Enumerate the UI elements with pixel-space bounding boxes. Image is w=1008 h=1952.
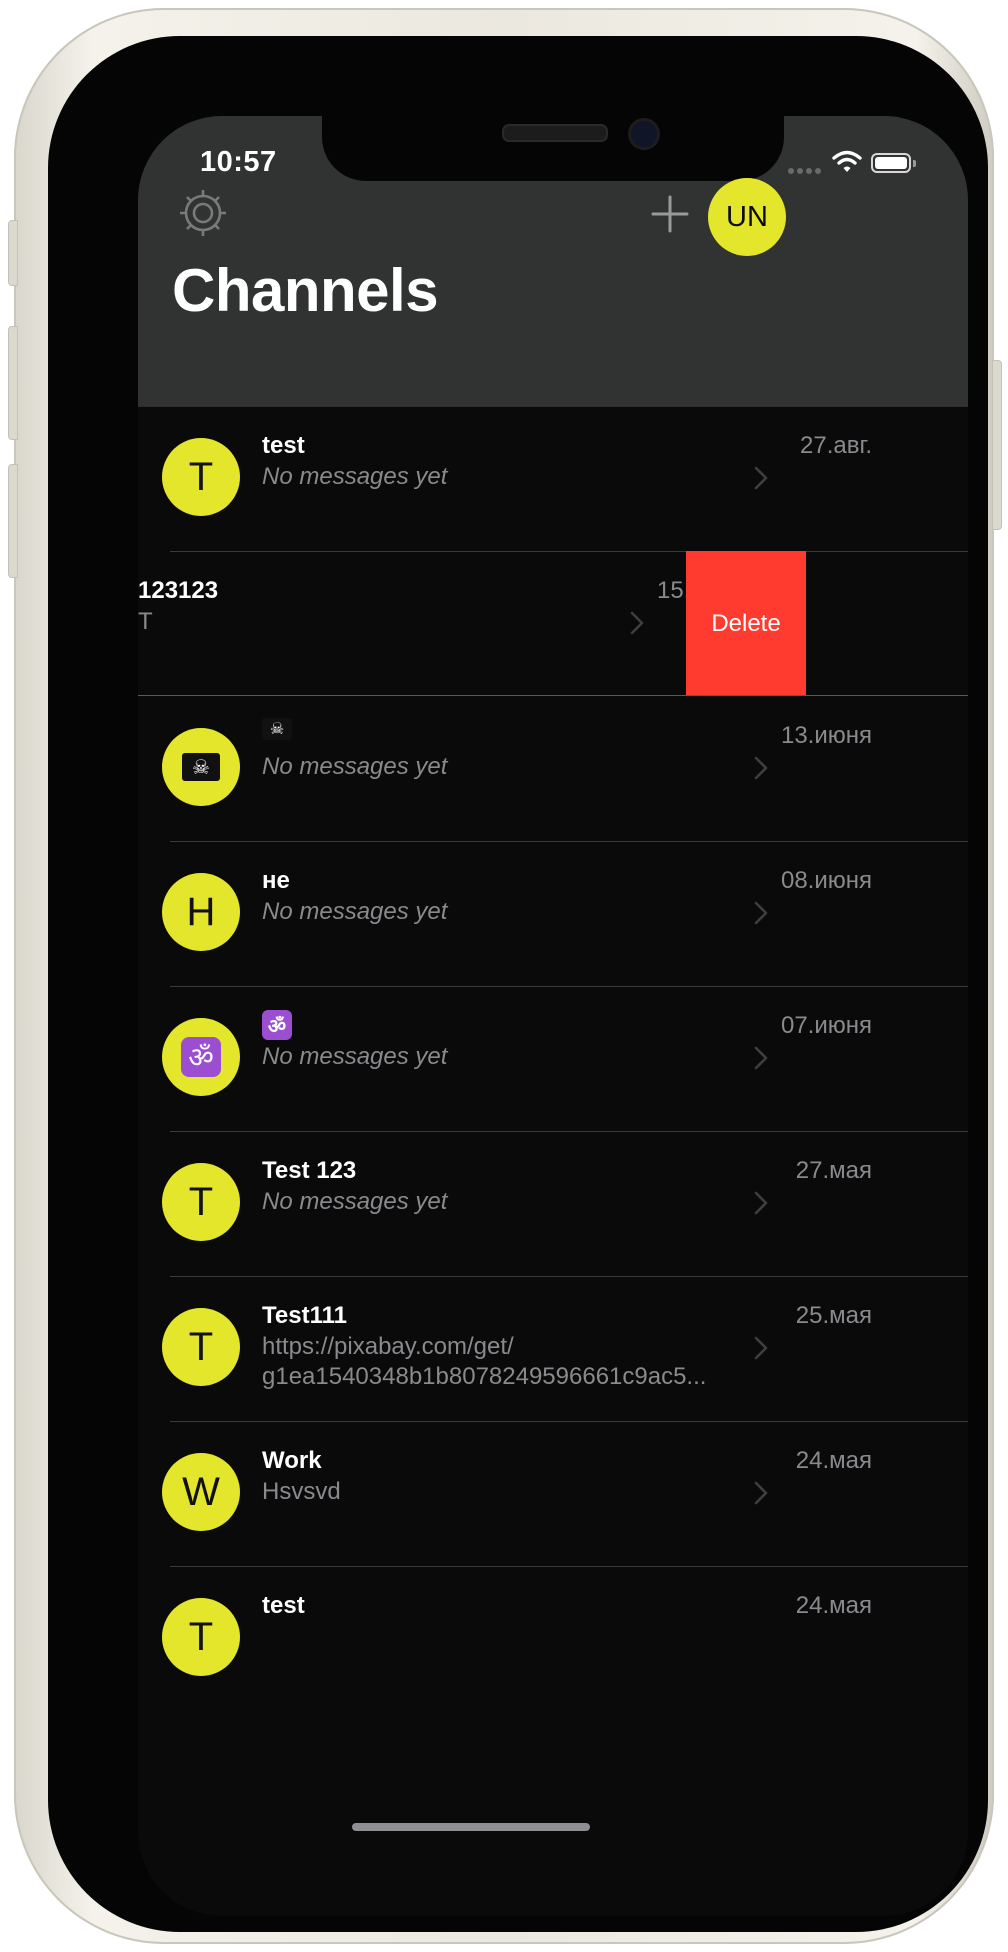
channel-avatar: ॐ bbox=[162, 1018, 240, 1096]
chevron-right-icon bbox=[754, 1336, 768, 1360]
channel-date: 27.авг. bbox=[800, 432, 872, 459]
row-separator bbox=[170, 1421, 968, 1422]
pirate-flag-icon: ☠ bbox=[262, 718, 292, 740]
chevron-right-icon bbox=[754, 466, 768, 490]
channel-row[interactable]: ☠ ☠ 13.июня No messages yet bbox=[138, 696, 968, 841]
pirate-flag-icon: ☠ bbox=[182, 753, 220, 781]
channel-date: 08.июня bbox=[780, 867, 872, 894]
channel-preview: https://pixabay.com/get/ g1ea1540348b1b8… bbox=[262, 1332, 732, 1392]
chevron-right-icon bbox=[754, 756, 768, 780]
cellular-signal-dot bbox=[797, 168, 803, 174]
profile-avatar-button[interactable]: UN bbox=[708, 178, 786, 256]
front-camera bbox=[628, 118, 660, 150]
channel-preview: T bbox=[138, 608, 153, 635]
row-separator bbox=[138, 406, 968, 407]
channel-date: 25.мая bbox=[795, 1302, 872, 1329]
om-icon: ॐ bbox=[262, 1010, 292, 1040]
chevron-right-icon bbox=[630, 611, 644, 635]
channel-avatar: T bbox=[162, 1308, 240, 1386]
channel-name: ॐ bbox=[262, 1010, 292, 1040]
channel-date: 24.мая bbox=[795, 1592, 872, 1619]
channel-row[interactable]: ॐ ॐ 07.июня No messages yet bbox=[138, 986, 968, 1131]
channel-name: test bbox=[262, 432, 305, 459]
om-icon: ॐ bbox=[181, 1037, 221, 1077]
channel-avatar: T bbox=[162, 1598, 240, 1676]
cellular-signal-dot bbox=[806, 168, 812, 174]
channel-date: 13.июня bbox=[780, 722, 872, 749]
phone-bezel: 10:57 UN Channels T test 27.авг. No mess… bbox=[48, 36, 988, 1932]
channel-preview: No messages yet bbox=[262, 898, 448, 925]
chevron-right-icon bbox=[754, 1046, 768, 1070]
channel-name: не bbox=[262, 867, 290, 894]
channel-name: ☠ bbox=[262, 718, 292, 740]
battery-tip bbox=[913, 160, 916, 167]
channel-date: 27.мая bbox=[795, 1157, 872, 1184]
channel-name: 123123 bbox=[138, 577, 219, 604]
channel-preview: No messages yet bbox=[262, 753, 448, 780]
chevron-right-icon bbox=[754, 901, 768, 925]
status-time: 10:57 bbox=[200, 146, 277, 178]
channel-name: Test111 bbox=[262, 1302, 347, 1329]
chevron-right-icon bbox=[754, 1191, 768, 1215]
channel-row[interactable]: T Test111 25.мая https://pixabay.com/get… bbox=[138, 1276, 968, 1421]
channel-preview-line: g1ea1540348b1b8078249596661c9ac5... bbox=[262, 1363, 707, 1390]
channel-avatar: Н bbox=[162, 873, 240, 951]
channel-avatar: W bbox=[162, 1453, 240, 1531]
channel-name: Work bbox=[262, 1447, 322, 1474]
channel-date: 07.июня bbox=[780, 1012, 872, 1039]
channel-row[interactable]: Н не 08.июня No messages yet bbox=[138, 841, 968, 986]
volume-up-button bbox=[8, 326, 18, 440]
gear-icon[interactable] bbox=[176, 186, 230, 240]
speaker-grille bbox=[502, 124, 608, 142]
channel-preview: No messages yet bbox=[262, 1188, 448, 1215]
channel-preview: No messages yet bbox=[262, 1043, 448, 1070]
notch bbox=[322, 116, 784, 181]
channel-preview: No messages yet bbox=[262, 463, 448, 490]
power-button bbox=[992, 360, 1002, 530]
volume-down-button bbox=[8, 464, 18, 578]
channel-preview-line: https://pixabay.com/get/ bbox=[262, 1333, 514, 1360]
row-separator bbox=[170, 1276, 968, 1277]
delete-button[interactable]: Delete bbox=[686, 551, 806, 696]
screen: 10:57 UN Channels T test 27.авг. No mess… bbox=[138, 116, 968, 1916]
channel-row[interactable]: T test 24.мая bbox=[138, 1566, 968, 1711]
channel-row[interactable]: T Test 123 27.мая No messages yet bbox=[138, 1131, 968, 1276]
ringer-switch bbox=[8, 220, 18, 286]
channel-avatar: ☠ bbox=[162, 728, 240, 806]
channel-name: test bbox=[262, 1592, 305, 1619]
channel-name: Test 123 bbox=[262, 1157, 357, 1184]
row-separator bbox=[170, 1131, 968, 1132]
phone-frame: 10:57 UN Channels T test 27.авг. No mess… bbox=[8, 8, 1002, 1944]
channel-date: 24.мая bbox=[795, 1447, 872, 1474]
home-indicator[interactable] bbox=[352, 1823, 590, 1831]
channel-preview: Hsvsvd bbox=[262, 1478, 341, 1505]
status-icons bbox=[788, 150, 928, 180]
channel-row[interactable]: W Work 24.мая Hsvsvd bbox=[138, 1421, 968, 1566]
cellular-signal-dot bbox=[815, 168, 821, 174]
channel-list[interactable]: T test 27.авг. No messages yet 123123 15… bbox=[138, 406, 968, 1916]
plus-icon[interactable] bbox=[650, 194, 690, 234]
channel-avatar: T bbox=[162, 1163, 240, 1241]
channel-row-swiped[interactable]: 123123 15.июня T Delete bbox=[138, 551, 968, 696]
row-separator bbox=[170, 841, 968, 842]
navigation-header: 10:57 UN Channels bbox=[138, 116, 968, 406]
row-separator bbox=[170, 986, 968, 987]
channel-row[interactable]: T test 27.авг. No messages yet bbox=[138, 406, 968, 551]
row-separator bbox=[170, 1566, 968, 1567]
cellular-signal-icon bbox=[788, 168, 794, 174]
battery-icon bbox=[871, 153, 911, 173]
chevron-right-icon bbox=[754, 1481, 768, 1505]
wifi-icon bbox=[832, 150, 862, 172]
channel-avatar: T bbox=[162, 438, 240, 516]
page-title: Channels bbox=[172, 257, 439, 324]
